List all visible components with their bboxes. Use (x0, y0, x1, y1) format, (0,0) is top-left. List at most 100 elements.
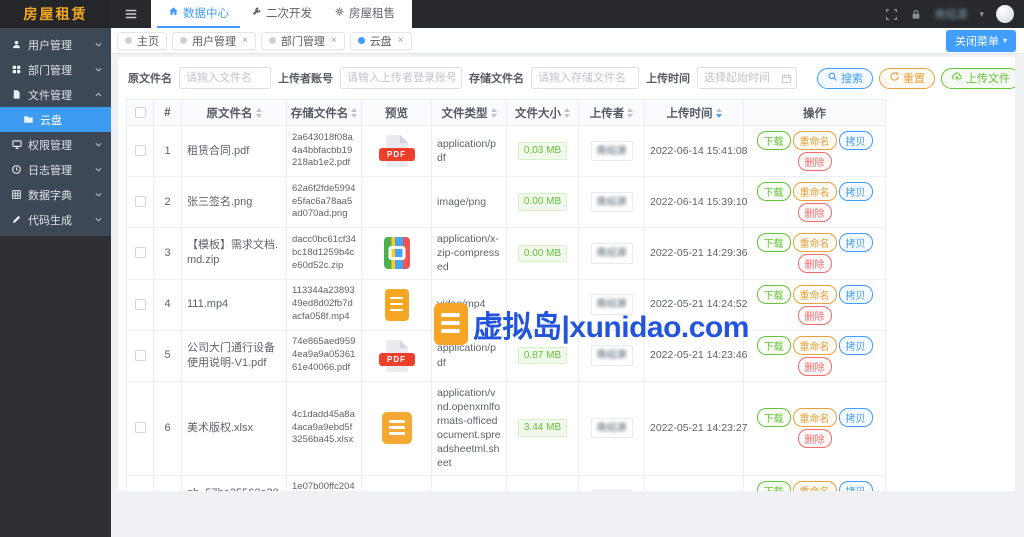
row-checkbox[interactable] (134, 145, 146, 157)
sidebar-item-label: 日志管理 (28, 164, 72, 177)
sidebar-item-2[interactable]: 部门管理 (0, 57, 111, 82)
sidebar-item-1[interactable]: 用户管理 (0, 32, 111, 57)
delete-button[interactable]: 删除 (797, 356, 832, 376)
tab-4[interactable]: 云盘 × (349, 31, 412, 50)
rename-button[interactable]: 重命名 (792, 284, 837, 304)
close-menu-button[interactable]: 关闭菜单 ▾ (945, 29, 1016, 52)
upload-time-input[interactable] (697, 67, 797, 89)
top-nav: 数据中心 二次开发 房屋租售 (151, 0, 412, 28)
column-header-5[interactable]: 文件类型 (431, 99, 507, 126)
tab-close-icon[interactable]: × (242, 35, 248, 46)
sort-caret-icon[interactable] (351, 107, 358, 118)
file-type-cell: video/mp4 (431, 278, 507, 331)
sidebar-item-8[interactable]: 代码生成 (0, 207, 111, 232)
reset-button-label: 重置 (903, 73, 925, 85)
copy-button[interactable]: 拷贝 (838, 131, 873, 150)
uploader-account-input[interactable] (340, 67, 462, 89)
stored-filename-cell: 1e07b00ffc20427fbdf2c434231c1e1e.jpg (286, 474, 362, 491)
sort-caret-icon[interactable] (564, 107, 570, 118)
download-button[interactable]: 下载 (756, 182, 791, 201)
rename-button[interactable]: 重命名 (792, 335, 837, 355)
file-size-cell: 0.00 MB (506, 176, 579, 228)
row-index-cell: 1 (153, 125, 182, 177)
column-header-8[interactable]: 上传时间 (644, 99, 744, 126)
delete-button[interactable]: 删除 (797, 429, 832, 449)
sidebar-item-7[interactable]: 数据字典 (0, 182, 111, 207)
rename-button[interactable]: 重命名 (792, 131, 837, 150)
download-button[interactable]: 下载 (756, 335, 791, 355)
column-header-1: # (153, 99, 182, 126)
sort-caret-icon[interactable] (490, 107, 497, 118)
copy-button[interactable]: 拷贝 (838, 182, 873, 201)
sidebar-item-3[interactable]: 文件管理 (0, 82, 111, 107)
column-header-6[interactable]: 文件大小 (506, 99, 579, 126)
reset-button[interactable]: 重置 (879, 67, 935, 89)
tab-1[interactable]: 主页 (117, 31, 167, 50)
sort-caret-icon[interactable] (627, 107, 634, 118)
tab-2[interactable]: 用户管理 × (172, 31, 256, 50)
tab-close-icon[interactable]: × (398, 35, 404, 46)
sidebar-item-6[interactable]: 日志管理 (0, 157, 111, 182)
topnav-item-1[interactable]: 数据中心 (157, 0, 240, 28)
row-checkbox[interactable] (134, 196, 146, 208)
pdf-file-icon[interactable]: PDF (378, 339, 415, 372)
zip-file-icon[interactable] (383, 237, 410, 270)
row-checkbox[interactable] (134, 298, 146, 310)
column-header-2[interactable]: 原文件名 (181, 99, 287, 126)
hamburger-menu-icon[interactable] (111, 7, 151, 21)
username[interactable]: 南绍源 (934, 6, 967, 22)
uploader-tag: 南绍源 (590, 242, 633, 264)
delete-button[interactable]: 删除 (797, 152, 832, 171)
download-button[interactable]: 下载 (756, 480, 791, 491)
topnav-item-3[interactable]: 房屋租售 (323, 0, 406, 28)
sidebar-item-4[interactable]: 云盘 (0, 107, 111, 132)
sort-caret-icon[interactable] (715, 107, 722, 118)
tab-close-icon[interactable]: × (331, 35, 337, 46)
rename-button[interactable]: 重命名 (792, 233, 837, 253)
row-checkbox[interactable] (134, 422, 146, 434)
delete-button[interactable]: 删除 (797, 305, 832, 325)
copy-button[interactable]: 拷贝 (838, 233, 873, 253)
lock-icon[interactable] (910, 8, 922, 21)
copy-button[interactable]: 拷贝 (838, 480, 873, 491)
row-checkbox[interactable] (134, 247, 146, 259)
gear-icon (334, 6, 345, 20)
storage-filename-input[interactable] (531, 67, 639, 89)
column-header-7[interactable]: 上传者 (578, 99, 645, 126)
rename-button[interactable]: 重命名 (792, 480, 837, 491)
sheet-file-icon[interactable] (381, 412, 412, 445)
delete-button[interactable]: 删除 (797, 203, 832, 222)
pdf-file-icon[interactable]: PDF (378, 135, 415, 167)
download-button[interactable]: 下载 (756, 284, 791, 304)
upload-button-label: 上传文件 (966, 73, 1010, 85)
fullscreen-icon[interactable] (885, 8, 898, 21)
avatar[interactable] (996, 5, 1014, 23)
sort-caret-icon[interactable] (255, 107, 262, 118)
copy-button[interactable]: 拷贝 (838, 408, 873, 428)
topnav-item-2[interactable]: 二次开发 (240, 0, 323, 28)
upload-time-cell: 2022-05-21 14:23:46 (644, 329, 748, 382)
column-header-3[interactable]: 存储文件名 (286, 99, 362, 126)
original-filename-input[interactable] (179, 67, 271, 89)
download-button[interactable]: 下载 (756, 408, 791, 428)
column-header-label: # (164, 106, 171, 119)
delete-button[interactable]: 删除 (797, 254, 832, 274)
rename-button[interactable]: 重命名 (792, 182, 837, 201)
upload-time-cell: 2022-06-14 15:39:10 (644, 176, 748, 228)
download-button[interactable]: 下载 (756, 131, 791, 150)
tab-3[interactable]: 部门管理 × (260, 31, 345, 50)
log-icon (10, 164, 23, 175)
copy-button[interactable]: 拷贝 (838, 284, 873, 304)
upload-button[interactable]: 上传文件 (941, 67, 1015, 89)
sidebar-item-5[interactable]: 权限管理 (0, 132, 111, 157)
uploader-cell: 南绍源 (578, 176, 645, 228)
search-button[interactable]: 搜索 (817, 67, 873, 89)
select-all-checkbox[interactable] (134, 106, 146, 118)
rename-button[interactable]: 重命名 (792, 408, 837, 428)
search-icon (827, 71, 838, 85)
copy-button[interactable]: 拷贝 (838, 335, 873, 355)
download-button[interactable]: 下载 (756, 233, 791, 253)
doc-file-icon[interactable] (384, 288, 409, 321)
uploader-tag: 南绍源 (590, 345, 633, 366)
row-checkbox[interactable] (134, 349, 146, 361)
